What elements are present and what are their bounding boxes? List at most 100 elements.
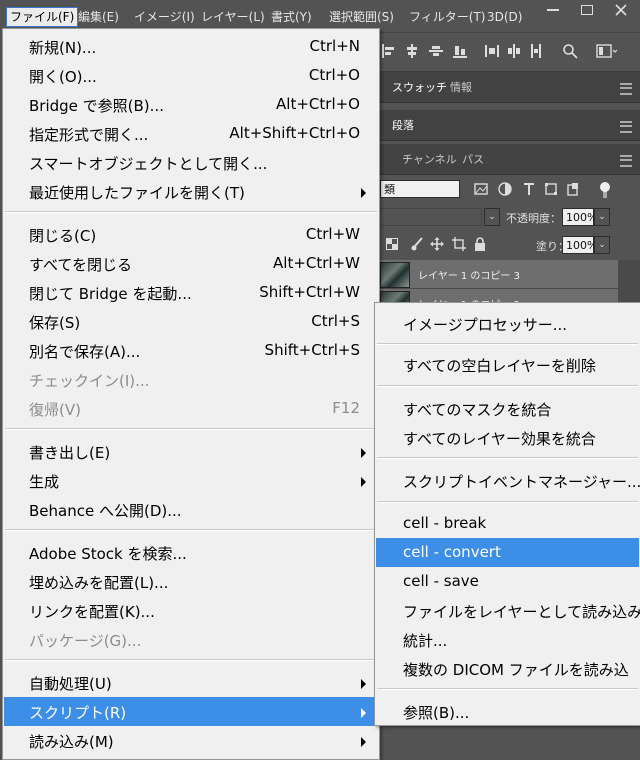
menu-item-statistics[interactable]: 統計...	[376, 625, 639, 654]
menu-separator	[5, 211, 377, 213]
menu-item-close-go-bridge[interactable]: 閉じて Bridge を起動... Shift+Ctrl+W	[4, 278, 378, 307]
tab-channels[interactable]: チャンネル	[402, 151, 457, 167]
menu-item-scripts[interactable]: スクリプト(R)	[4, 697, 378, 726]
menu-item-script-events-manager[interactable]: スクリプトイベントマネージャー...	[376, 466, 640, 495]
tab-paragraph[interactable]: 段落	[392, 117, 414, 133]
menu-file[interactable]: ファイル(F)	[6, 7, 79, 27]
menu-item-flatten-all-masks[interactable]: すべてのマスクを統合	[376, 394, 639, 423]
align-bottom-icon[interactable]	[452, 43, 468, 59]
align-center-icon[interactable]	[404, 43, 420, 59]
align-middle-icon[interactable]	[428, 43, 444, 59]
menu-item-browse[interactable]: 参照(B)...	[376, 697, 639, 726]
maximize-icon[interactable]	[570, 0, 604, 20]
menu-item-new[interactable]: 新規(N)... Ctrl+N	[4, 32, 378, 61]
align-left-icon[interactable]	[380, 43, 396, 59]
submenu-arrow-icon	[361, 708, 366, 718]
search-icon[interactable]	[562, 43, 578, 59]
menu-item-close-all[interactable]: すべてを閉じる Alt+Ctrl+W	[4, 249, 378, 278]
opacity-label: 不透明度：	[506, 212, 561, 225]
lock-transparent-icon[interactable]	[386, 238, 398, 250]
menu-layer[interactable]: レイヤー(L)	[198, 8, 268, 26]
panel-menu-icon[interactable]	[620, 83, 632, 95]
smart-object-filter-icon[interactable]	[566, 182, 580, 196]
menu-item-save-as[interactable]: 別名で保存(A)... Shift+Ctrl+S	[4, 336, 378, 365]
layer-thumbnail	[380, 262, 410, 288]
image-filter-icon[interactable]	[474, 183, 488, 195]
tab-info[interactable]: 情報	[450, 79, 472, 95]
panel-menu-icon[interactable]	[620, 121, 632, 133]
menu-item-load-files-into-stack[interactable]: ファイルをレイヤーとして読み込み...	[376, 596, 640, 625]
paragraph-panel-header: 段落	[378, 110, 640, 141]
distribute-bottom-icon[interactable]	[528, 43, 544, 59]
blend-opacity-row: ⌄ 不透明度： 100% ⌄	[378, 204, 640, 230]
menu-separator	[377, 343, 638, 345]
menu-item-open-as[interactable]: 指定形式で開く... Alt+Shift+Ctrl+O	[4, 119, 378, 148]
workspace-icon[interactable]	[596, 43, 618, 59]
menu-item-open-smart-object[interactable]: スマートオブジェクトとして開く...	[4, 148, 378, 177]
menu-separator	[377, 385, 638, 387]
menu-item-export[interactable]: 書き出し(E)	[4, 437, 378, 466]
menu-separator	[5, 428, 377, 430]
fill-input[interactable]: 100%	[562, 236, 597, 254]
menu-item-place-embedded[interactable]: 埋め込みを配置(L)...	[4, 567, 378, 596]
menu-separator	[377, 688, 638, 690]
artboard-icon[interactable]	[452, 237, 466, 251]
move-icon[interactable]	[430, 237, 444, 251]
menu-edit[interactable]: 編集(E)	[75, 8, 122, 26]
chevron-down-icon[interactable]: ⌄	[484, 208, 500, 226]
menu-item-delete-empty-layers[interactable]: すべての空白レイヤーを削除	[376, 350, 639, 379]
menu-separator	[377, 501, 638, 503]
menu-filter[interactable]: フィルター(T)	[406, 8, 488, 26]
submenu-arrow-icon	[361, 448, 366, 458]
type-filter-icon[interactable]	[522, 182, 536, 196]
menu-item-close[interactable]: 閉じる(C) Ctrl+W	[4, 220, 378, 249]
menu-item-cell-convert[interactable]: cell - convert	[376, 538, 639, 567]
submenu-arrow-icon	[361, 737, 366, 747]
menu-item-automate[interactable]: 自動処理(U)	[4, 668, 378, 697]
filter-toggle-icon[interactable]	[596, 182, 614, 198]
menu-item-open[interactable]: 開く(O)... Ctrl+O	[4, 61, 378, 90]
menu-item-cell-break[interactable]: cell - break	[376, 509, 639, 538]
panel-menu-icon[interactable]	[620, 155, 632, 167]
lock-icon[interactable]	[474, 237, 486, 251]
layer-filter-row: 類	[378, 176, 640, 202]
opacity-input[interactable]: 100%	[562, 208, 597, 226]
chevron-down-icon[interactable]: ⌄	[594, 208, 610, 226]
menu-item-browse-bridge[interactable]: Bridge で参照(B)... Alt+Ctrl+O	[4, 90, 378, 119]
menu-item-place-linked[interactable]: リンクを配置(K)...	[4, 596, 378, 625]
distribute-top-icon[interactable]	[484, 43, 500, 59]
chevron-down-icon[interactable]: ⌄	[594, 236, 610, 254]
menu-item-image-processor[interactable]: イメージプロセッサー...	[376, 309, 639, 338]
submenu-arrow-icon	[361, 477, 366, 487]
menu-item-share-behance[interactable]: Behance へ公開(D)...	[4, 495, 378, 524]
menu-item-cell-save[interactable]: cell - save	[376, 567, 639, 596]
submenu-arrow-icon	[361, 188, 366, 198]
menu-item-flatten-all-layer-effects[interactable]: すべてのレイヤー効果を統合	[376, 423, 639, 452]
menu-item-save[interactable]: 保存(S) Ctrl+S	[4, 307, 378, 336]
menu-item-load-dicom-files[interactable]: 複数の DICOM ファイルを読み込	[376, 654, 639, 683]
menu-item-generate[interactable]: 生成	[4, 466, 378, 495]
tab-paths[interactable]: パス	[462, 151, 484, 167]
layer-name: レイヤー 1 のコピー 3	[418, 271, 520, 282]
menu-item-revert: 復帰(V) F12	[29, 399, 360, 419]
brush-icon[interactable]	[410, 237, 424, 251]
menu-item-import[interactable]: 読み込み(M)	[4, 726, 378, 755]
layer-kind-filter[interactable]: 類	[380, 180, 460, 198]
menu-select[interactable]: 選択範囲(S)	[326, 8, 397, 26]
minimize-icon[interactable]	[536, 0, 570, 20]
close-icon[interactable]	[604, 0, 638, 20]
menu-item-search-adobe-stock[interactable]: Adobe Stock を検索...	[4, 538, 378, 567]
menu-3d[interactable]: 3D(D)	[484, 8, 525, 26]
shape-filter-icon[interactable]	[544, 182, 558, 196]
menu-item-package: パッケージ(G)...	[29, 632, 142, 650]
blend-mode-select[interactable]	[378, 208, 482, 226]
menu-image[interactable]: イメージ(I)	[131, 8, 198, 26]
menu-type[interactable]: 書式(Y)	[268, 8, 315, 26]
menu-item-open-recent[interactable]: 最近使用したファイルを開く(T)	[4, 177, 378, 206]
menu-item-check-in: チェックイン(I)...	[29, 372, 150, 390]
adjustment-filter-icon[interactable]	[498, 182, 512, 196]
tab-swatches[interactable]: スウォッチ	[392, 79, 447, 95]
distribute-center-icon[interactable]	[506, 43, 522, 59]
menu-separator	[377, 457, 638, 459]
layer-row[interactable]: レイヤー 1 のコピー 3	[378, 260, 618, 289]
